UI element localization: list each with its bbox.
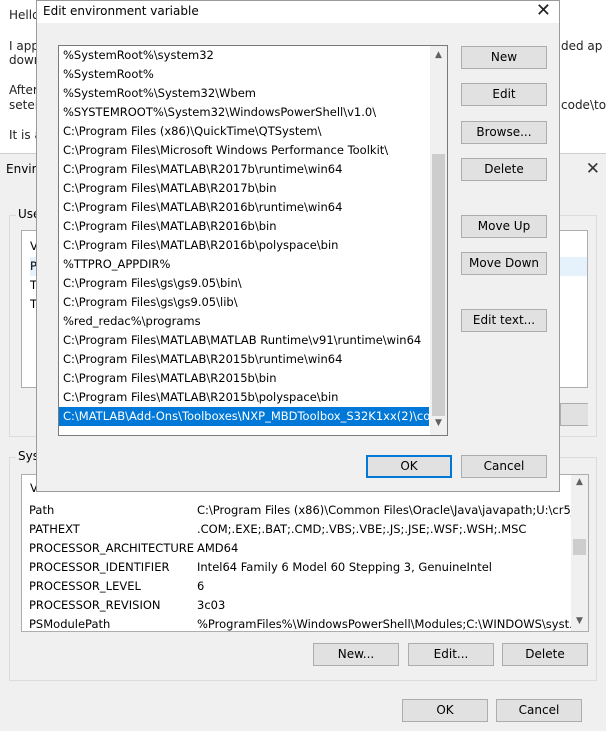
table-row[interactable]: PROCESSOR_IDENTIFIER Intel64 Family 6 Mo… (22, 558, 571, 577)
scroll-down-icon[interactable]: ▼ (571, 616, 588, 626)
path-entry[interactable]: C:\MATLAB\Add-Ons\Toolboxes\NXP_MBDToolb… (59, 407, 429, 426)
path-entry[interactable]: C:\Program Files\MATLAB\R2016b\bin (59, 217, 429, 236)
system-edit-button[interactable]: Edit... (408, 643, 494, 666)
path-entry[interactable]: %SYSTEMROOT%\System32\WindowsPowerShell\… (59, 103, 429, 122)
table-row[interactable]: PROCESSOR_REVISION 3c03 (22, 596, 571, 615)
path-entry[interactable]: C:\Program Files (x86)\QuickTime\QTSyste… (59, 122, 429, 141)
path-entries-list[interactable]: %SystemRoot%\system32 %SystemRoot% %System… (58, 45, 448, 436)
path-entry[interactable]: %red_redac%\programs (59, 312, 429, 331)
vertical-scrollbar[interactable]: ▲ ▼ (571, 475, 588, 631)
path-entry[interactable]: %SystemRoot%\System32\Wbem (59, 84, 429, 103)
path-entry[interactable]: C:\Program Files\MATLAB\R2015b\polyspace… (59, 388, 429, 407)
path-entry[interactable]: C:\Program Files\Microsoft Windows Perfo… (59, 141, 429, 160)
page-text-fragment: ded ap (561, 39, 603, 53)
variable-name: PROCESSOR_IDENTIFIER (29, 560, 170, 574)
variable-value: 3c03 (197, 598, 226, 612)
path-entry[interactable]: C:\Program Files\gs\gs9.05\lib\ (59, 293, 429, 312)
new-button[interactable]: New (461, 46, 547, 69)
delete-button[interactable]: Delete (461, 158, 547, 181)
page-text-line: After (9, 83, 38, 97)
vertical-scrollbar[interactable]: ▲ ▼ (430, 46, 447, 435)
scroll-up-icon[interactable]: ▲ (571, 477, 588, 487)
variable-name: PATHEXT (29, 522, 80, 536)
variable-value: 6 (197, 579, 205, 593)
scrollbar-thumb[interactable] (573, 539, 586, 555)
user-delete-button-partial[interactable] (560, 403, 588, 426)
variable-name: PROCESSOR_ARCHITECTURE (29, 541, 195, 555)
system-new-button[interactable]: New... (313, 643, 399, 666)
table-row[interactable]: Path C:\Program Files (x86)\Common Files… (22, 501, 588, 520)
path-entry[interactable]: C:\Program Files\MATLAB\MATLAB Runtime\v… (59, 331, 429, 350)
cancel-button[interactable]: Cancel (461, 455, 547, 478)
path-entry[interactable]: C:\Program Files\MATLAB\R2017b\bin (59, 179, 429, 198)
path-entry[interactable]: %SystemRoot%\system32 (59, 46, 429, 65)
edit-button[interactable]: Edit (461, 83, 547, 106)
system-delete-button[interactable]: Delete (502, 643, 588, 666)
edit-environment-variable-dialog: Edit environment variable ✕ %SystemRoot%… (36, 0, 560, 492)
variable-value: Intel64 Family 6 Model 60 Stepping 3, Ge… (197, 560, 492, 574)
path-entry[interactable]: %TTPRO_APPDIR% (59, 255, 429, 274)
scrollbar-thumb[interactable] (432, 154, 445, 416)
title-bar: Edit environment variable ✕ (37, 0, 559, 23)
close-icon[interactable]: ✕ (586, 159, 600, 179)
browse-button[interactable]: Browse... (461, 121, 547, 144)
page-text-line: I app (9, 39, 39, 53)
table-row[interactable]: PATHEXT .COM;.EXE;.BAT;.CMD;.VBS;.VBE;.J… (22, 520, 571, 539)
cancel-button[interactable]: Cancel (496, 699, 582, 722)
scroll-down-icon[interactable]: ▼ (430, 418, 447, 428)
scroll-up-icon[interactable]: ▲ (430, 50, 447, 60)
variable-value: .COM;.EXE;.BAT;.CMD;.VBS;.VBE;.JS;.JSE;.… (197, 522, 527, 536)
path-entry[interactable]: C:\Program Files\MATLAB\R2015b\runtime\w… (59, 350, 429, 369)
close-icon[interactable]: ✕ (536, 0, 551, 21)
variable-name: PROCESSOR_REVISION (29, 598, 161, 612)
move-down-button[interactable]: Move Down (461, 252, 547, 275)
edit-text-button[interactable]: Edit text... (461, 309, 547, 332)
page-text-line: Hello (9, 8, 40, 22)
ok-button[interactable]: OK (366, 455, 452, 478)
path-entry[interactable]: C:\Program Files\MATLAB\R2017b\runtime\w… (59, 160, 429, 179)
page-text-fragment: code\tool (561, 98, 606, 112)
variable-name: PSModulePath (29, 617, 111, 631)
path-entry[interactable]: C:\Program Files\MATLAB\R2015b\bin (59, 369, 429, 388)
path-entry[interactable]: C:\Program Files\MATLAB\R2016b\polyspace… (59, 236, 429, 255)
variable-value: C:\Program Files (x86)\Common Files\Orac… (197, 503, 588, 517)
system-variables-list[interactable]: V Path C:\Program Files (x86)\Common Fil… (21, 474, 589, 632)
table-row[interactable]: PROCESSOR_LEVEL 6 (22, 577, 571, 596)
variable-name: PROCESSOR_LEVEL (29, 579, 141, 593)
path-entry[interactable]: C:\Program Files\gs\gs9.05\bin\ (59, 274, 429, 293)
variable-value: AMD64 (197, 541, 239, 555)
dialog-title: Edit environment variable (43, 4, 199, 18)
path-entry[interactable]: %SystemRoot% (59, 65, 429, 84)
ok-button[interactable]: OK (402, 699, 488, 722)
path-entry[interactable]: C:\Program Files\MATLAB\R2016b\runtime\w… (59, 198, 429, 217)
table-row[interactable]: PROCESSOR_ARCHITECTURE AMD64 (22, 539, 571, 558)
variable-value: %ProgramFiles%\WindowsPowerShell\Modules… (197, 617, 581, 631)
page-text-line: setei (9, 98, 39, 112)
table-row[interactable]: PSModulePath %ProgramFiles%\WindowsPower… (22, 615, 580, 631)
variable-name: Path (29, 503, 55, 517)
move-up-button[interactable]: Move Up (461, 215, 547, 238)
